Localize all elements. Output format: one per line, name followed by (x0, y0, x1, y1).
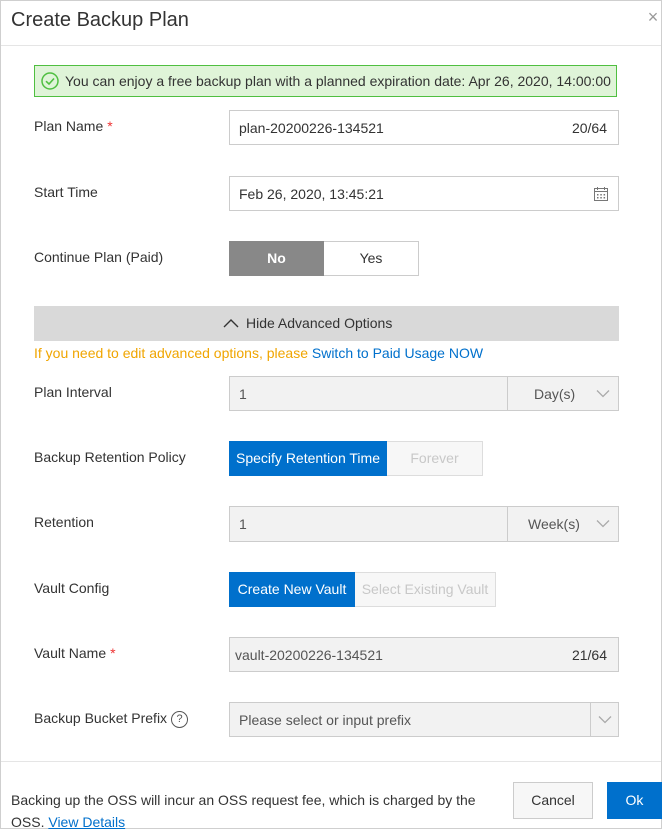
start-time-value: Feb 26, 2020, 13:45:21 (239, 186, 384, 202)
advanced-toggle-label: Hide Advanced Options (246, 315, 393, 331)
calendar-icon[interactable] (593, 186, 609, 202)
cancel-button[interactable]: Cancel (513, 782, 593, 819)
hide-advanced-options-toggle[interactable]: Hide Advanced Options (34, 306, 619, 341)
continue-plan-no-button[interactable]: No (229, 241, 324, 276)
close-icon[interactable]: × (645, 7, 661, 27)
chevron-down-icon (596, 520, 610, 528)
bucket-prefix-label: Backup Bucket Prefix? (34, 710, 189, 728)
plan-interval-input: 1 Day(s) (229, 376, 619, 411)
create-backup-plan-dialog: Create Backup Plan × You can enjoy a fre… (0, 0, 662, 830)
view-details-link[interactable]: View Details (48, 814, 125, 830)
header-divider (1, 45, 661, 46)
footer-divider (1, 761, 661, 762)
retention-policy-label: Backup Retention Policy (34, 449, 186, 465)
retention-unit-select: Week(s) (507, 507, 618, 541)
create-new-vault-button[interactable]: Create New Vault (229, 572, 355, 607)
plan-interval-unit-select: Day(s) (507, 377, 618, 410)
forever-button: Forever (387, 441, 483, 476)
continue-plan-yes-button[interactable]: Yes (324, 241, 419, 276)
required-marker: * (110, 645, 116, 661)
plan-name-input[interactable]: plan-20200226-134521 20/64 (229, 110, 619, 145)
vault-name-char-count: 21/64 (571, 647, 607, 663)
plan-name-label-text: Plan Name (34, 118, 104, 134)
retention-value: 1 (239, 516, 247, 532)
bucket-prefix-label-text: Backup Bucket Prefix (34, 710, 168, 726)
switch-to-paid-link[interactable]: Switch to Paid Usage NOW (312, 345, 483, 361)
continue-plan-label: Continue Plan (Paid) (34, 249, 164, 265)
required-marker: * (107, 118, 113, 134)
retention-label: Retention (34, 514, 94, 530)
retention-input: 1 Week(s) (229, 506, 619, 542)
advanced-options-warning: If you need to edit advanced options, pl… (34, 345, 483, 361)
retention-unit: Week(s) (528, 516, 580, 532)
vault-name-input: vault-20200226-134521 21/64 (229, 637, 619, 672)
bucket-prefix-placeholder: Please select or input prefix (239, 712, 411, 728)
ok-button[interactable]: Ok (607, 782, 662, 819)
chevron-down-icon (596, 390, 610, 398)
vault-name-label: Vault Name * (34, 645, 116, 661)
plan-name-char-count: 20/64 (571, 120, 607, 136)
plan-name-label: Plan Name * (34, 118, 113, 134)
plan-interval-unit: Day(s) (534, 386, 576, 402)
bucket-prefix-select[interactable]: Please select or input prefix (229, 702, 619, 737)
warning-text: If you need to edit advanced options, pl… (34, 345, 312, 361)
chevron-up-icon (223, 319, 239, 328)
dialog-title: Create Backup Plan (11, 9, 189, 31)
vault-name-value: vault-20200226-134521 (235, 647, 383, 663)
start-time-picker[interactable]: Feb 26, 2020, 13:45:21 (229, 176, 619, 211)
plan-interval-value: 1 (239, 386, 247, 402)
check-circle-icon (41, 72, 59, 90)
start-time-label: Start Time (34, 184, 98, 200)
select-existing-vault-button: Select Existing Vault (355, 572, 496, 607)
vault-name-label-text: Vault Name (34, 645, 107, 661)
chevron-down-icon (598, 716, 612, 724)
notice-text: You can enjoy a free backup plan with a … (65, 73, 611, 89)
vault-config-label: Vault Config (34, 580, 110, 596)
bucket-prefix-dropdown-toggle[interactable] (590, 703, 618, 736)
free-plan-notice: You can enjoy a free backup plan with a … (34, 65, 617, 97)
footer-fee-notice: Backing up the OSS will incur an OSS req… (11, 789, 491, 833)
plan-name-value: plan-20200226-134521 (239, 120, 384, 136)
plan-interval-label: Plan Interval (34, 384, 112, 400)
specify-retention-time-button[interactable]: Specify Retention Time (229, 441, 387, 476)
help-circle-icon[interactable]: ? (171, 710, 189, 728)
